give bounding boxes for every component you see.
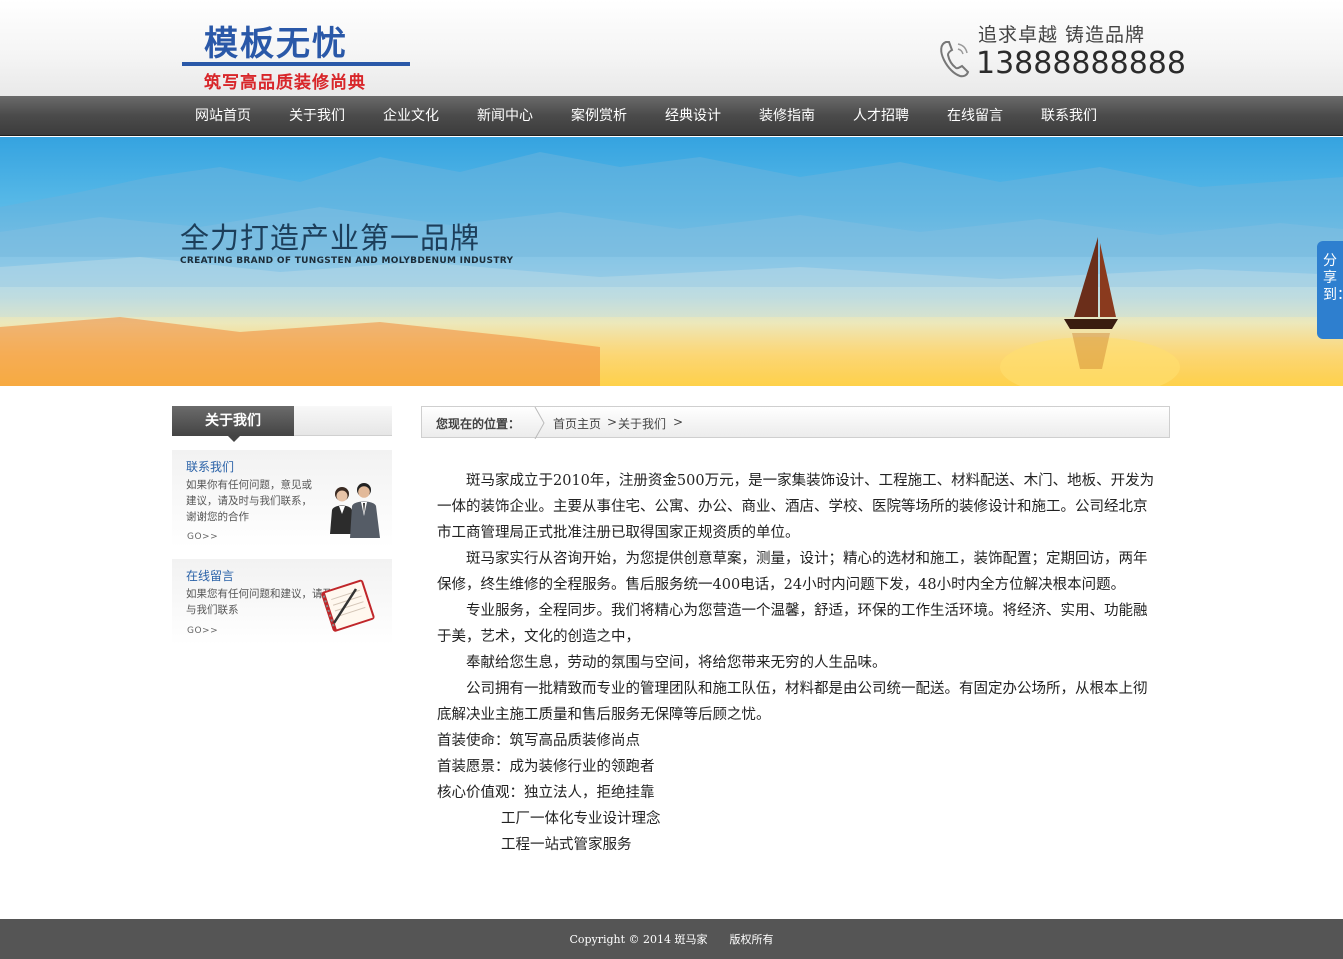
logo-title: 模板无忧 [204,24,348,64]
nav-item-home[interactable]: 网站首页 [176,96,270,136]
values-extra-line: 工厂一体化专业设计理念 [501,811,661,827]
sidebar: 关于我们 联系我们 如果你有任何问题，意见或建议，请及时与我们联系，谢谢您的合作… [172,406,392,645]
message-go-link[interactable]: GO>> [187,626,218,636]
content-paragraph: 斑马家实行从咨询开始，为您提供创意草案，测量，设计；精心的选材和施工，装饰配置；… [437,551,1148,593]
nav-item-cases[interactable]: 案例赏析 [552,96,646,136]
business-people-image [330,483,380,538]
phone-icon [940,41,970,78]
breadcrumb-arrow: > [673,415,684,429]
nav-item-culture[interactable]: 企业文化 [364,96,458,136]
contact-card[interactable]: 联系我们 如果你有任何问题，意见或建议，请及时与我们联系，谢谢您的合作 GO>> [172,450,392,548]
hero-banner: 全力打造产业第一品牌 CREATING BRAND OF TUNGSTEN AN… [0,137,1343,386]
footer-copyright: Copyright © 2014 斑马家 版权所有 [569,933,774,946]
nav-item-contact[interactable]: 联系我们 [1022,96,1116,136]
sidebar-header: 关于我们 [172,406,392,442]
mission-line: 首装使命：筑写高品质装修尚点 [437,733,640,749]
sailboat-image [1064,237,1118,369]
breadcrumb-label: 您现在的位置： [436,417,521,431]
header-slogan: 追求卓越 铸造品牌 [978,24,1146,46]
nav-item-design[interactable]: 经典设计 [646,96,740,136]
contact-go-link[interactable]: GO>> [187,532,218,542]
logo-underline [182,62,410,66]
breadcrumb-arrow: > [607,415,618,429]
share-tab[interactable]: 分享到： [1317,241,1343,339]
vision-line: 首装愿景：成为装修行业的领跑者 [437,759,655,775]
site-footer: Copyright © 2014 斑马家 版权所有 [0,919,1343,959]
nav-item-guide[interactable]: 装修指南 [740,96,834,136]
contact-card-title[interactable]: 联系我们 [186,458,234,475]
header-phone-number: 13888888888 [976,46,1186,81]
content-paragraph: 奉献给您生息，劳动的氛围与空间，将给您带来无穷的人生品味。 [466,655,887,671]
content-paragraph: 斑马家成立于2010年，注册资金500万元，是一家集装饰设计、工程施工、材料配送… [437,473,1155,541]
about-content: 斑马家成立于2010年，注册资金500万元，是一家集装饰设计、工程施工、材料配送… [437,468,1157,858]
sidebar-heading: 关于我们 [172,406,294,442]
nav-item-news[interactable]: 新闻中心 [458,96,552,136]
content-paragraph: 专业服务，全程同步。我们将精心为您营造一个温馨，舒适，环保的工作生活环境。将经济… [437,603,1148,645]
share-label: 分享到： [1323,253,1343,303]
header-contact: 追求卓越 铸造品牌 13888888888 [934,18,1186,84]
values-extra-line: 工程一站式管家服务 [501,837,632,853]
values-line: 核心价值观：独立法人，拒绝挂靠 [437,785,655,801]
banner-title: 全力打造产业第一品牌 [180,221,481,255]
banner-subtitle: CREATING BRAND OF TUNGSTEN AND MOLYBDENU… [180,256,514,266]
breadcrumb: 您现在的位置： 首页主页 > 关于我们 > [421,406,1170,439]
message-card[interactable]: 在线留言 如果您有任何问题和建议，请及时与我们联系 GO>> [172,559,392,645]
content-paragraph: 公司拥有一批精致而专业的管理团队和施工队伍，材料都是由公司统一配送。有固定办公场… [437,681,1148,723]
breadcrumb-divider [534,407,545,439]
contact-card-text: 如果你有任何问题，意见或建议，请及时与我们联系，谢谢您的合作 [186,479,312,523]
main-nav: 网站首页 关于我们 企业文化 新闻中心 案例赏析 经典设计 装修指南 人才招聘 … [0,96,1343,136]
nav-item-about[interactable]: 关于我们 [270,96,364,136]
breadcrumb-home-link[interactable]: 首页主页 [553,415,601,432]
site-logo[interactable]: 模板无忧 筑写高品质装修尚典 [180,14,410,93]
nav-item-jobs[interactable]: 人才招聘 [834,96,928,136]
notebook-pen-icon [321,579,375,632]
logo-subtitle: 筑写高品质装修尚典 [204,73,366,93]
message-card-title[interactable]: 在线留言 [186,567,234,584]
site-header: 模板无忧 筑写高品质装修尚典 追求卓越 铸造品牌 13888888888 [0,0,1343,96]
nav-item-message[interactable]: 在线留言 [928,96,1022,136]
breadcrumb-about-link[interactable]: 关于我们 [618,415,666,432]
